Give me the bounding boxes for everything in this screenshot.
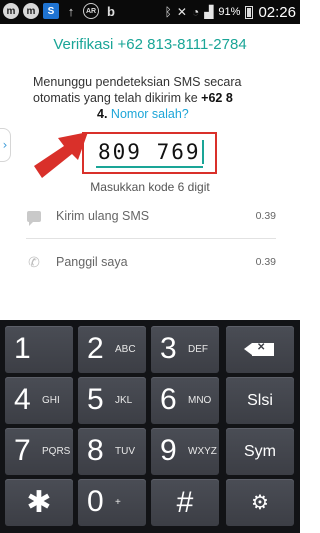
system-icons: ᛒ ✕ ◔ ▟ 91% 02:26 xyxy=(165,0,296,24)
call-me-label: Panggil saya xyxy=(56,255,128,269)
phone-number-start: +62 8 xyxy=(201,91,233,105)
backspace-key[interactable] xyxy=(226,326,294,373)
input-underline xyxy=(96,166,203,168)
notification-icon-1: m xyxy=(3,3,19,19)
key-9[interactable]: 9 WXYZ xyxy=(151,428,219,475)
notification-icon-3: S xyxy=(43,3,59,19)
notification-icons: m m S ↑ AR b xyxy=(3,3,119,19)
notification-icon-6: b xyxy=(107,3,115,19)
wifi-icon: ◔ xyxy=(191,5,200,19)
call-me-option[interactable]: ✆ Panggil saya 0.39 xyxy=(26,247,276,277)
upload-icon: ↑ xyxy=(67,3,75,19)
key-8[interactable]: 8 TUV xyxy=(78,428,146,475)
mute-icon: ✕ xyxy=(176,5,187,19)
phone-number-end: 4. xyxy=(97,107,108,121)
hash-key[interactable]: # xyxy=(151,479,219,526)
numeric-keyboard: 1 2 ABC 3 DEF 4 GHI 5 JKL 6 MNO Slsi 7 P… xyxy=(0,320,300,533)
star-key[interactable]: ✱ xyxy=(5,479,73,526)
code-hint: Masukkan kode 6 digit xyxy=(90,180,210,194)
sym-key[interactable]: Sym xyxy=(226,428,294,475)
ar-icon: AR xyxy=(83,3,99,19)
key-7[interactable]: 7 PQRS xyxy=(5,428,73,475)
code-input[interactable]: 809 769 xyxy=(82,132,217,174)
resend-sms-timer: 0.39 xyxy=(255,210,276,222)
bluetooth-icon: ᛒ xyxy=(164,5,172,19)
message-icon xyxy=(26,208,42,226)
resend-sms-option[interactable]: Kirim ulang SMS 0.39 xyxy=(26,201,276,231)
wrong-number-link[interactable]: Nomor salah? xyxy=(111,107,189,121)
divider xyxy=(26,238,276,239)
notification-icon-2: m xyxy=(23,3,39,19)
clock: 02:26 xyxy=(258,3,296,21)
phone-icon: ✆ xyxy=(28,253,40,270)
signal-icon: ▟ xyxy=(204,5,214,19)
verification-message: Menunggu pendeteksian SMS secara otomati… xyxy=(33,74,283,122)
code-value: 809 769 xyxy=(98,140,201,164)
key-5[interactable]: 5 JKL xyxy=(78,377,146,424)
gear-icon: ⚙ xyxy=(251,492,269,514)
call-me-timer: 0.39 xyxy=(255,256,276,268)
chevron-right-icon: › xyxy=(2,138,8,152)
status-bar: m m S ↑ AR b ᛒ ✕ ◔ ▟ 91% 02:26 xyxy=(0,0,300,24)
key-1[interactable]: 1 xyxy=(5,326,73,373)
text-cursor xyxy=(202,140,204,164)
key-4[interactable]: 4 GHI xyxy=(5,377,73,424)
battery-percent: 91% xyxy=(218,6,241,18)
settings-key[interactable]: ⚙ xyxy=(226,479,294,526)
backspace-icon xyxy=(244,342,274,356)
key-3[interactable]: 3 DEF xyxy=(151,326,219,373)
key-6[interactable]: 6 MNO xyxy=(151,377,219,424)
page-title: Verifikasi +62 813-8111-2784 xyxy=(53,36,247,53)
key-2[interactable]: 2 ABC xyxy=(78,326,146,373)
battery-icon xyxy=(245,5,254,19)
resend-sms-label: Kirim ulang SMS xyxy=(56,209,150,223)
side-panel-handle[interactable]: › xyxy=(0,128,11,162)
key-0[interactable]: 0 + xyxy=(78,479,146,526)
next-key[interactable]: Slsi xyxy=(226,377,294,424)
